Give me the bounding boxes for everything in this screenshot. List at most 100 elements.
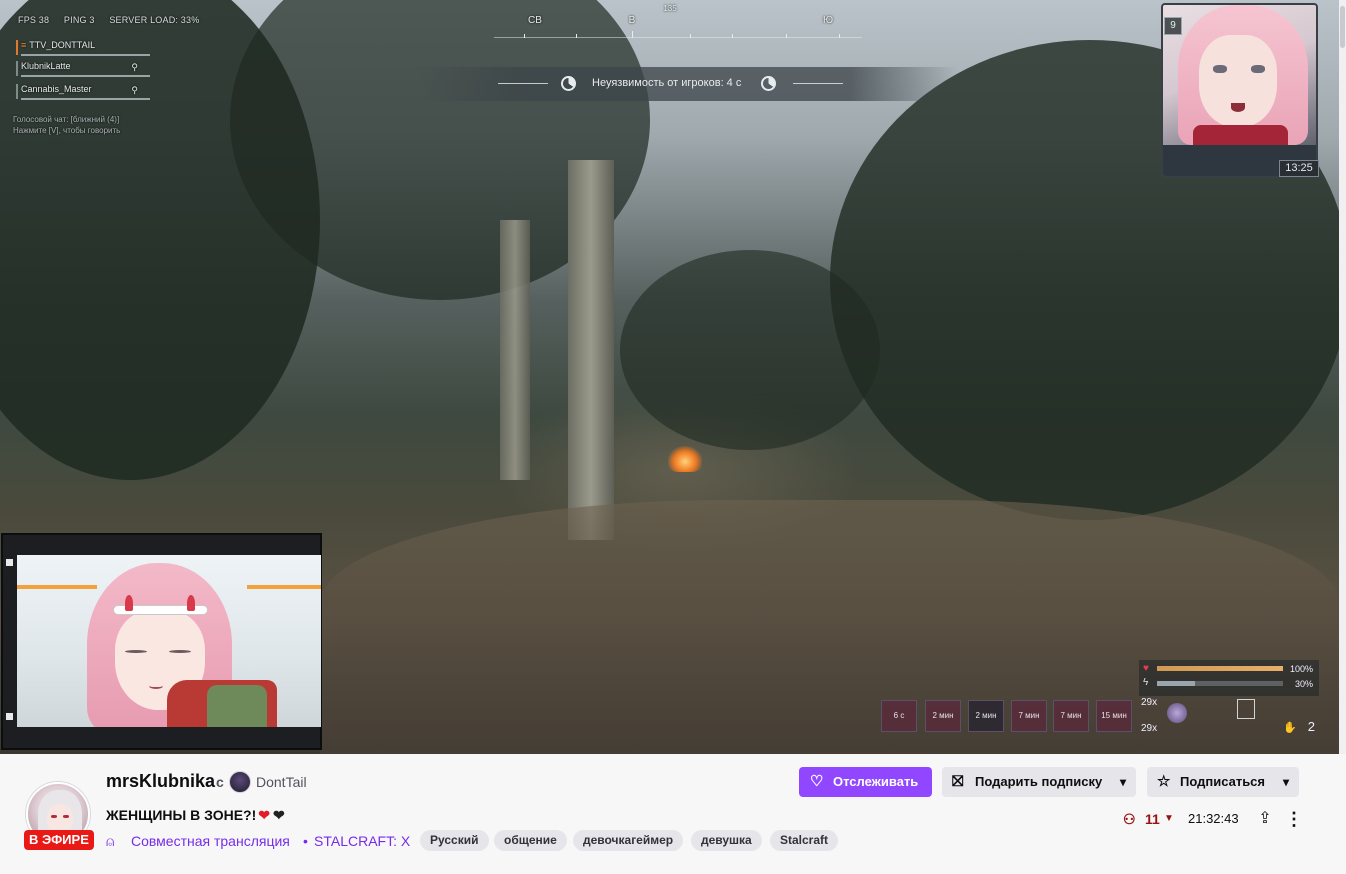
buff-slot: 2 мин xyxy=(925,700,961,732)
party-member-1: ≡ TTV_DONTTAIL xyxy=(16,40,150,56)
gift-icon: ⛝ xyxy=(952,773,964,790)
voice-hint-mode: Голосовой чат: [ближний (4)] xyxy=(13,115,120,124)
compass: СВ В 135 Ю xyxy=(494,4,862,38)
invulnerability-banner: Неуязвимость от игроков: 4 с xyxy=(418,67,958,101)
buff-slot: 6 с xyxy=(881,700,917,732)
tree-foliage-distant xyxy=(620,250,880,450)
gift-sub-label: Подарить подписку xyxy=(975,774,1103,789)
weapon-panel: 29x 29x ✋ 2 xyxy=(1141,697,1321,739)
collab-stream-icon: ⍝ xyxy=(106,833,115,849)
heart-icon: ♥ xyxy=(1143,663,1149,674)
location-pin-icon: ⚲ xyxy=(131,62,138,72)
anime-character-frame xyxy=(17,555,321,727)
timer-icon xyxy=(761,76,776,91)
follow-button[interactable]: ♡ Отслеживать xyxy=(799,767,932,797)
scrollbar-thumb[interactable] xyxy=(1340,6,1345,48)
hud-fps: FPS 38 xyxy=(18,15,50,25)
hud-stats: FPS 38 PING 3 SERVER LOAD: 33% xyxy=(18,15,211,25)
page-scrollbar[interactable] xyxy=(1339,0,1346,754)
webcam-badge: 9 xyxy=(1164,17,1182,35)
chevron-down-icon: ▾ xyxy=(1119,775,1126,789)
lightning-icon: ϟ xyxy=(1143,677,1149,688)
vitals-panel: ♥ 100% ϟ 30% xyxy=(1139,660,1319,696)
kebab-menu-icon: ⋮ xyxy=(1285,809,1303,829)
video-player[interactable]: FPS 38 PING 3 SERVER LOAD: 33% ≡ TTV_DONT… xyxy=(0,0,1339,754)
tag[interactable]: общение xyxy=(494,830,567,851)
compass-label-e: В xyxy=(628,15,636,26)
buff-slot: 7 мин xyxy=(1011,700,1047,732)
stamina-percent: 30% xyxy=(1294,679,1313,689)
compass-label-ne: СВ xyxy=(528,15,542,26)
health-percent: 100% xyxy=(1289,664,1313,674)
tag[interactable]: девочкагеймер xyxy=(573,830,684,851)
voice-hint-key: Нажмите [V], чтобы говорить xyxy=(13,126,121,135)
stream-title-text: ЖЕНЩИНЫ В ЗОНЕ?! xyxy=(106,807,257,823)
collab-channel-name[interactable]: DontTail xyxy=(256,774,307,790)
heart-icon: ♡ xyxy=(810,773,824,790)
chevron-down-icon: ▼ xyxy=(1164,813,1174,824)
party-member-name: KlubnikLatte xyxy=(21,61,71,71)
live-badge: В ЭФИРЕ xyxy=(24,830,94,850)
stream-uptime: 21:32:43 xyxy=(1188,811,1239,826)
party-member-2: KlubnikLatte ⚲ xyxy=(16,61,150,77)
health-bar xyxy=(1157,666,1283,671)
campfire xyxy=(668,446,702,472)
compass-label-deg: 135 xyxy=(663,4,677,13)
more-options-button[interactable]: ⋮ xyxy=(1284,808,1304,830)
webcam-frame-side xyxy=(6,555,14,727)
compass-label-se: Ю xyxy=(822,15,834,26)
black-heart-emoji: ❤ xyxy=(273,807,285,823)
collab-stream-link[interactable]: Совместная трансляция xyxy=(131,833,290,849)
collab-with-label: с xyxy=(216,774,224,790)
tag[interactable]: девушка xyxy=(691,830,762,851)
hud-ping: PING 3 xyxy=(63,15,95,25)
viewers-icon: ⚇ xyxy=(1123,811,1136,827)
hand-icon: ✋ xyxy=(1283,722,1297,734)
invulnerability-text: Неуязвимость от игроков: 4 с xyxy=(592,77,742,89)
share-icon: ⇪ xyxy=(1258,810,1272,827)
follow-label: Отслеживать xyxy=(833,774,919,789)
item-count-bottom: 29x xyxy=(1141,723,1158,734)
party-member-name: Cannabis_Master xyxy=(21,84,92,94)
ammo-count: 2 xyxy=(1307,719,1315,734)
tree-trunk-secondary xyxy=(500,220,530,480)
tree-trunk-main xyxy=(568,160,614,540)
tag[interactable]: Stalcraft xyxy=(770,830,839,851)
party-member-health xyxy=(21,75,150,77)
game-category-link[interactable]: STALCRAFT: X xyxy=(314,833,410,849)
separator-dot: • xyxy=(303,833,308,849)
collab-avatar[interactable] xyxy=(229,771,251,793)
stamina-bar xyxy=(1157,681,1283,686)
weapon-slot xyxy=(1237,699,1255,719)
webcam-overlay-top xyxy=(1161,3,1318,178)
subscribe-button[interactable]: ☆ Подписаться ▾ xyxy=(1147,767,1299,797)
grenade-icon xyxy=(1167,703,1187,723)
hud-server-load: SERVER LOAD: 33% xyxy=(109,15,200,25)
item-count-top: 29x xyxy=(1141,697,1158,708)
party-member-name: TTV_DONTTAIL xyxy=(29,40,96,50)
voice-chat-hints: Голосовой чат: [ближний (4)] Нажмите [V]… xyxy=(13,114,120,136)
location-pin-icon: ⚲ xyxy=(131,85,138,95)
subscribe-label: Подписаться xyxy=(1180,774,1266,789)
chevron-down-icon: ▾ xyxy=(1282,775,1289,789)
buff-slot: 15 мин xyxy=(1096,700,1132,732)
stream-page: FPS 38 PING 3 SERVER LOAD: 33% ≡ TTV_DONT… xyxy=(0,0,1346,874)
party-member-health xyxy=(21,98,150,100)
buff-slot: 7 мин xyxy=(1053,700,1089,732)
game-clock: 13:25 xyxy=(1279,160,1319,177)
star-icon: ☆ xyxy=(1157,773,1171,790)
webcam-overlay-bottom xyxy=(1,533,322,750)
channel-info-bar: В ЭФИРЕ mrsKlubnika с DontTail ЖЕНЩИНЫ В… xyxy=(0,754,1339,874)
timer-icon xyxy=(561,76,576,91)
share-button[interactable]: ⇪ xyxy=(1254,808,1276,830)
viewer-count-value: 11 xyxy=(1145,811,1160,827)
gift-sub-button[interactable]: ⛝ Подарить подписку ▾ xyxy=(942,767,1136,797)
tag[interactable]: Русский xyxy=(420,830,489,851)
party-member-health xyxy=(21,54,150,56)
leader-icon: ≡ xyxy=(21,40,27,50)
buff-slot: 2 мин xyxy=(968,700,1004,732)
channel-name[interactable]: mrsKlubnika xyxy=(106,771,215,792)
stream-title: ЖЕНЩИНЫ В ЗОНЕ?! ❤ ❤ xyxy=(106,807,285,824)
party-member-3: Cannabis_Master ⚲ xyxy=(16,84,150,100)
red-heart-emoji: ❤ xyxy=(258,807,271,823)
